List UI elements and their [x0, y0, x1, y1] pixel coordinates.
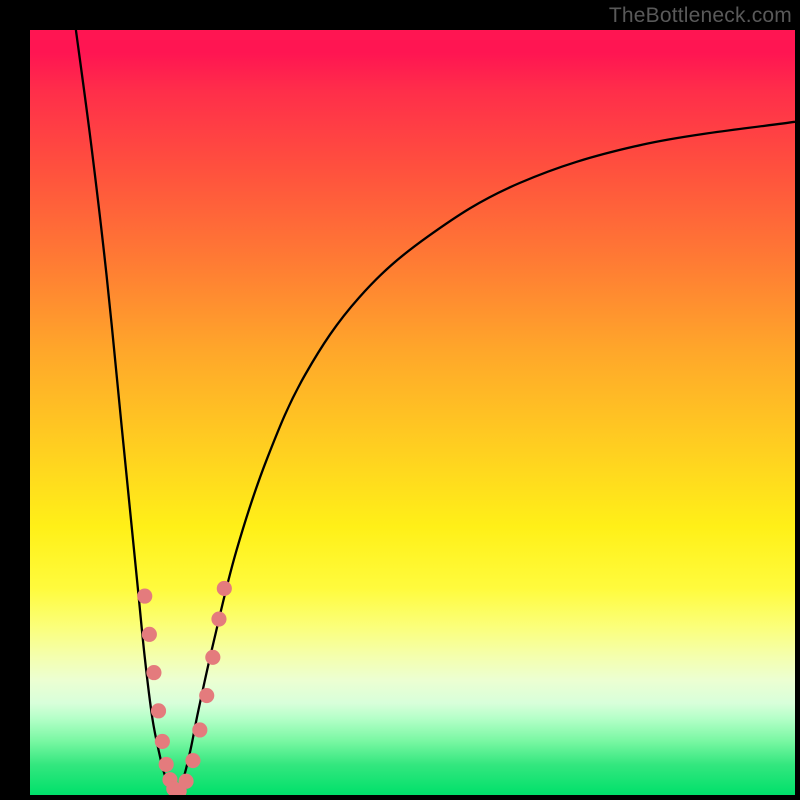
watermark-text: TheBottleneck.com	[609, 4, 792, 28]
highlight-dot	[192, 722, 207, 737]
highlight-dot	[185, 753, 200, 768]
plot-area	[30, 30, 795, 795]
highlight-dot	[199, 688, 214, 703]
highlight-dot	[217, 581, 232, 596]
left-curve	[76, 30, 175, 795]
highlight-dots	[137, 581, 232, 795]
curves-svg	[30, 30, 795, 795]
right-curve	[175, 122, 795, 795]
highlight-dot	[137, 589, 152, 604]
highlight-dot	[151, 703, 166, 718]
highlight-dot	[178, 774, 193, 789]
highlight-dot	[205, 650, 220, 665]
highlight-dot	[159, 757, 174, 772]
highlight-dot	[211, 611, 226, 626]
highlight-dot	[146, 665, 161, 680]
highlight-dot	[155, 734, 170, 749]
highlight-dot	[142, 627, 157, 642]
chart-frame: TheBottleneck.com	[0, 0, 800, 800]
